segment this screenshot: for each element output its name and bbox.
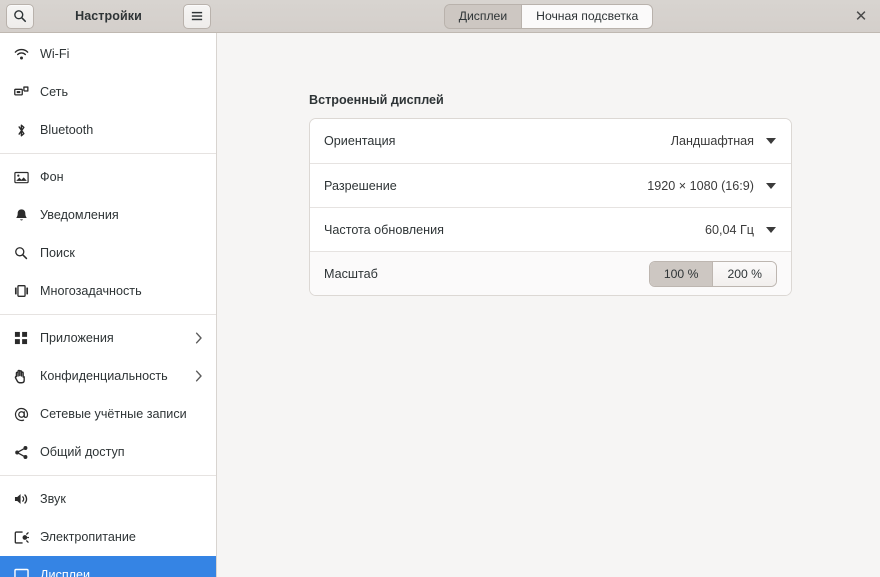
- close-icon[interactable]: ✕: [851, 6, 871, 26]
- chevron-down-icon[interactable]: [766, 183, 776, 189]
- header-bar: Настройки Дисплеи Ночная подсветка ✕: [0, 0, 880, 33]
- sidebar-item-label: Фон: [40, 170, 206, 184]
- scale-option-100[interactable]: 100 %: [650, 262, 713, 286]
- sidebar-item-bluetooth[interactable]: Bluetooth: [0, 111, 216, 149]
- background-picture-icon: [10, 171, 32, 184]
- chevron-right-icon: [192, 370, 206, 382]
- tab-displays[interactable]: Дисплеи: [445, 5, 521, 28]
- sidebar-separator: [0, 314, 216, 315]
- sidebar-separator: [0, 475, 216, 476]
- share-icon: [10, 445, 32, 460]
- sidebar-item-label: Приложения: [40, 331, 192, 345]
- chevron-down-icon[interactable]: [766, 138, 776, 144]
- sidebar-item-applications[interactable]: Приложения: [0, 319, 216, 357]
- sidebar-item-label: Общий доступ: [40, 445, 206, 459]
- multitasking-icon: [10, 284, 32, 298]
- sidebar-item-label: Дисплеи: [40, 568, 206, 577]
- display-monitor-icon: [10, 568, 32, 577]
- sidebar-item-label: Wi-Fi: [40, 47, 206, 61]
- sidebar-item-network[interactable]: Сеть: [0, 73, 216, 111]
- sidebar: Wi-Fi Сеть: [0, 33, 217, 577]
- sidebar-item-background[interactable]: Фон: [0, 158, 216, 196]
- sidebar-item-notifications[interactable]: Уведомления: [0, 196, 216, 234]
- sidebar-item-online-accounts[interactable]: Сетевые учётные записи: [0, 395, 216, 433]
- view-switcher: Дисплеи Ночная подсветка: [444, 4, 654, 29]
- scale-option-200[interactable]: 200 %: [712, 262, 776, 286]
- chevron-right-icon: [192, 332, 206, 344]
- row-orientation[interactable]: Ориентация Ландшафтная: [310, 119, 791, 163]
- sidebar-item-search[interactable]: Поиск: [0, 234, 216, 272]
- power-plug-icon: [10, 530, 32, 545]
- row-label: Частота обновления: [324, 223, 705, 237]
- search-icon: [13, 9, 27, 23]
- sidebar-item-label: Звук: [40, 492, 206, 506]
- chevron-down-icon[interactable]: [766, 227, 776, 233]
- sidebar-item-label: Уведомления: [40, 208, 206, 222]
- row-resolution[interactable]: Разрешение 1920 × 1080 (16:9): [310, 163, 791, 207]
- sidebar-item-label: Bluetooth: [40, 123, 206, 137]
- sidebar-item-multitasking[interactable]: Многозадачность: [0, 272, 216, 310]
- apps-grid-icon: [10, 331, 32, 345]
- row-refresh-rate[interactable]: Частота обновления 60,04 Гц: [310, 207, 791, 251]
- bell-icon: [10, 208, 32, 223]
- at-sign-icon: [10, 407, 32, 422]
- header-right-section: Дисплеи Ночная подсветка ✕: [217, 0, 880, 32]
- wifi-icon: [10, 48, 32, 61]
- row-value: 60,04 Гц: [705, 223, 754, 237]
- window-title: Настройки: [75, 9, 142, 23]
- settings-window: Настройки Дисплеи Ночная подсветка ✕: [0, 0, 880, 577]
- content-area: Встроенный дисплей Ориентация Ландшафтна…: [217, 33, 880, 577]
- hand-privacy-icon: [10, 369, 32, 384]
- search-icon: [10, 246, 32, 260]
- sidebar-item-privacy[interactable]: Конфиденциальность: [0, 357, 216, 395]
- section-title-builtin-display: Встроенный дисплей: [309, 93, 880, 107]
- row-value: 1920 × 1080 (16:9): [647, 179, 754, 193]
- sidebar-item-label: Сеть: [40, 85, 206, 99]
- search-button[interactable]: [6, 4, 34, 29]
- main-menu-button[interactable]: [183, 4, 211, 29]
- sidebar-item-label: Электропитание: [40, 530, 206, 544]
- sidebar-item-sound[interactable]: Звук: [0, 480, 216, 518]
- sidebar-item-label: Поиск: [40, 246, 206, 260]
- bluetooth-icon: [10, 123, 32, 138]
- scale-segmented-control: 100 % 200 %: [649, 261, 777, 287]
- sidebar-item-sharing[interactable]: Общий доступ: [0, 433, 216, 471]
- sidebar-item-label: Сетевые учётные записи: [40, 407, 206, 421]
- hamburger-menu-icon: [190, 10, 204, 22]
- row-label: Разрешение: [324, 179, 647, 193]
- sidebar-separator: [0, 153, 216, 154]
- sidebar-item-wifi[interactable]: Wi-Fi: [0, 35, 216, 73]
- sidebar-item-label: Конфиденциальность: [40, 369, 192, 383]
- network-icon: [10, 85, 32, 99]
- sidebar-item-displays[interactable]: Дисплеи: [0, 556, 216, 577]
- tab-night-light[interactable]: Ночная подсветка: [521, 5, 652, 28]
- sidebar-item-label: Многозадачность: [40, 284, 206, 298]
- row-value: Ландшафтная: [671, 134, 754, 148]
- row-label: Масштаб: [324, 267, 649, 281]
- display-settings-card: Ориентация Ландшафтная Разрешение 1920 ×…: [309, 118, 792, 296]
- row-scale: Масштаб 100 % 200 %: [310, 251, 791, 295]
- speaker-volume-icon: [10, 492, 32, 506]
- row-label: Ориентация: [324, 134, 671, 148]
- sidebar-item-power[interactable]: Электропитание: [0, 518, 216, 556]
- header-left-section: Настройки: [0, 0, 217, 32]
- window-body: Wi-Fi Сеть: [0, 33, 880, 577]
